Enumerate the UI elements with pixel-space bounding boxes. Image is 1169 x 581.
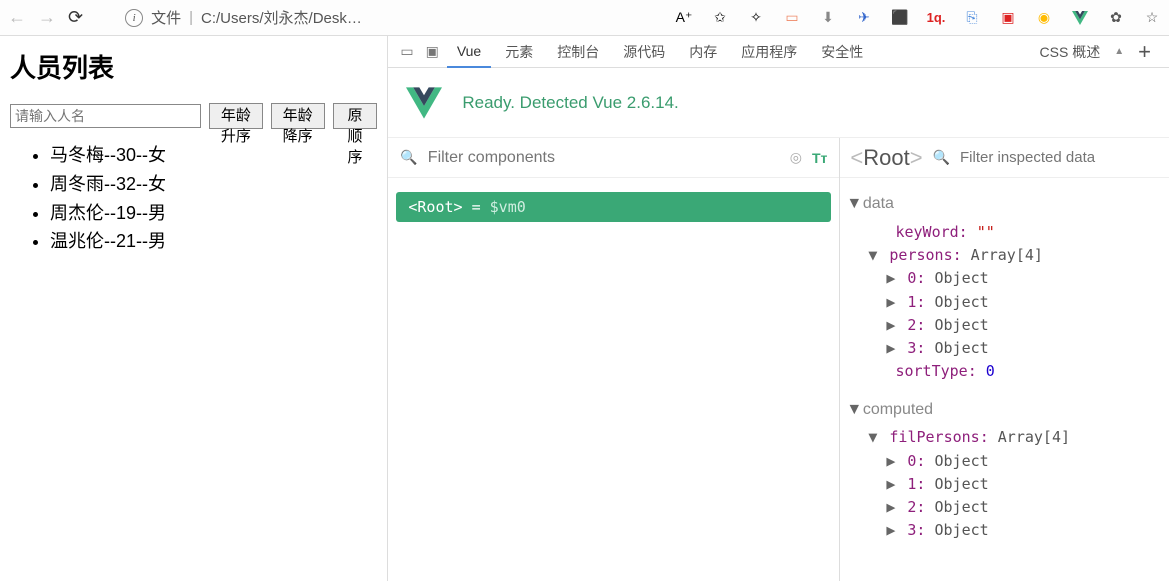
ext-bird-icon[interactable]: ✈ (855, 9, 873, 27)
ext-idm-icon[interactable]: ◉ (1035, 9, 1053, 27)
tree-row[interactable]: ▶ 2: Object (846, 314, 1163, 337)
inspect-header: <Root> 🔍 (840, 138, 1169, 178)
ext-1q-icon[interactable]: 1q. (927, 9, 945, 27)
filter-components-input[interactable] (428, 149, 780, 167)
tab-memory[interactable]: 内存 (679, 36, 727, 68)
data-tree: ▼ data keyWord: "" ▼ persons: Array[4] ▶… (840, 178, 1169, 553)
url-separator: | (189, 9, 193, 26)
url-bar[interactable]: i 文件 | C:/Users/刘永杰/Desk… (125, 7, 362, 28)
tree-row[interactable]: ▶ 2: Object (846, 496, 1163, 519)
tab-sources[interactable]: 源代码 (613, 36, 675, 68)
refresh-icon[interactable]: ⟳ (68, 7, 83, 28)
person-list: 马冬梅--30--女 周冬雨--32--女 周杰伦--19--男 温兆伦--21… (10, 141, 377, 256)
inspect-column: <Root> 🔍 ▼ data keyWord: "" ▼ persons: A… (840, 138, 1169, 581)
tree-row[interactable]: ▶ 1: Object (846, 291, 1163, 314)
list-item: 马冬梅--30--女 (50, 141, 377, 170)
controls-row: 年龄升序 年龄降序 原顺序 (10, 103, 377, 129)
ext-doc-icon[interactable]: ⎘ (963, 9, 981, 27)
data-section[interactable]: ▼ data (846, 192, 1163, 217)
devtools-panel: ▭ ▣ Vue 元素 控制台 源代码 内存 应用程序 安全性 CSS 概述 ▲ … (388, 36, 1169, 581)
sort-original-button[interactable]: 原顺序 (333, 103, 378, 129)
format-icon[interactable]: Tᴛ (812, 150, 827, 166)
page-title: 人员列表 (10, 48, 377, 85)
add-tab-icon[interactable]: + (1128, 39, 1161, 65)
tree-row[interactable]: ▼ filPersons: Array[4] (846, 426, 1163, 449)
vue-ready-message: Ready. Detected Vue 2.6.14. (462, 93, 678, 113)
url-file-label: 文件 (151, 7, 181, 28)
search-icon: 🔍 (933, 149, 950, 166)
target-icon[interactable]: ◎ (790, 149, 802, 166)
search-icon: 🔍 (400, 149, 417, 166)
ext-red-icon[interactable]: ▣ (999, 9, 1017, 27)
tab-security[interactable]: 安全性 (811, 36, 873, 68)
root-vm: $vm0 (490, 198, 526, 216)
tab-application[interactable]: 应用程序 (731, 36, 807, 68)
info-icon[interactable]: i (125, 9, 143, 27)
ext-settings-icon[interactable]: ✿ (1107, 9, 1125, 27)
tree-row[interactable]: sortType: 0 (846, 360, 1163, 383)
sort-desc-button[interactable]: 年龄降序 (271, 103, 325, 129)
vue-logo-icon (406, 85, 442, 121)
tree-row[interactable]: ▶ 3: Object (846, 519, 1163, 542)
extension-icons: A⁺ ✩ ✧ ▭ ⬇ ✈ ⬛ 1q. ⎘ ▣ ◉ ✿ ☆ (675, 9, 1161, 27)
vue-banner: Ready. Detected Vue 2.6.14. (388, 68, 1169, 138)
ext-download-icon[interactable]: ⬇ (819, 9, 837, 27)
favorite-icon[interactable]: ✩ (711, 9, 729, 27)
tree-row[interactable]: ▼ persons: Array[4] (846, 244, 1163, 267)
url-path: C:/Users/刘永杰/Desk… (201, 7, 362, 28)
computed-section[interactable]: ▼ computed (846, 398, 1163, 423)
filter-inspected-input[interactable] (960, 149, 1159, 166)
ext-flickr-icon[interactable]: ⬛ (891, 9, 909, 27)
read-aloud-icon[interactable]: A⁺ (675, 9, 693, 27)
browser-toolbar: ← → ⟳ i 文件 | C:/Users/刘永杰/Desk… A⁺ ✩ ✧ ▭… (0, 0, 1169, 36)
list-item: 温兆伦--21--男 (50, 227, 377, 256)
ext-more-icon[interactable]: ☆ (1143, 9, 1161, 27)
component-root[interactable]: <Root> = $vm0 (396, 192, 831, 222)
collections-icon[interactable]: ✧ (747, 9, 765, 27)
tree-row[interactable]: ▶ 0: Object (846, 450, 1163, 473)
page-content: 人员列表 年龄升序 年龄降序 原顺序 马冬梅--30--女 周冬雨--32--女… (0, 36, 388, 581)
devtools-tabs: ▭ ▣ Vue 元素 控制台 源代码 内存 应用程序 安全性 CSS 概述 ▲ … (388, 36, 1169, 68)
beta-icon: ▲ (1114, 46, 1124, 57)
device-toolbar-icon[interactable]: ▣ (422, 43, 443, 60)
sort-asc-button[interactable]: 年龄升序 (209, 103, 263, 129)
tree-row[interactable]: ▶ 3: Object (846, 337, 1163, 360)
tab-console[interactable]: 控制台 (547, 36, 609, 68)
tree-row[interactable]: ▶ 1: Object (846, 473, 1163, 496)
list-item: 周杰伦--19--男 (50, 199, 377, 228)
root-tag: <Root> (408, 198, 462, 216)
name-input[interactable] (10, 104, 201, 128)
ext-vue-icon[interactable] (1071, 9, 1089, 27)
list-item: 周冬雨--32--女 (50, 170, 377, 199)
tree-row[interactable]: ▶ 0: Object (846, 267, 1163, 290)
tree-row[interactable]: keyWord: "" (846, 221, 1163, 244)
back-icon[interactable]: ← (8, 7, 26, 28)
forward-icon[interactable]: → (38, 7, 56, 28)
tab-elements[interactable]: 元素 (495, 36, 543, 68)
ext-bilibili-icon[interactable]: ▭ (783, 9, 801, 27)
inspect-root-label: <Root> (850, 145, 922, 171)
inspect-element-icon[interactable]: ▭ (396, 43, 417, 60)
components-column: 🔍 ◎ Tᴛ <Root> = $vm0 (388, 138, 840, 581)
filter-components-row: 🔍 ◎ Tᴛ (388, 138, 839, 178)
tab-css-overview[interactable]: CSS 概述 (1030, 36, 1111, 68)
tab-vue[interactable]: Vue (447, 36, 491, 68)
